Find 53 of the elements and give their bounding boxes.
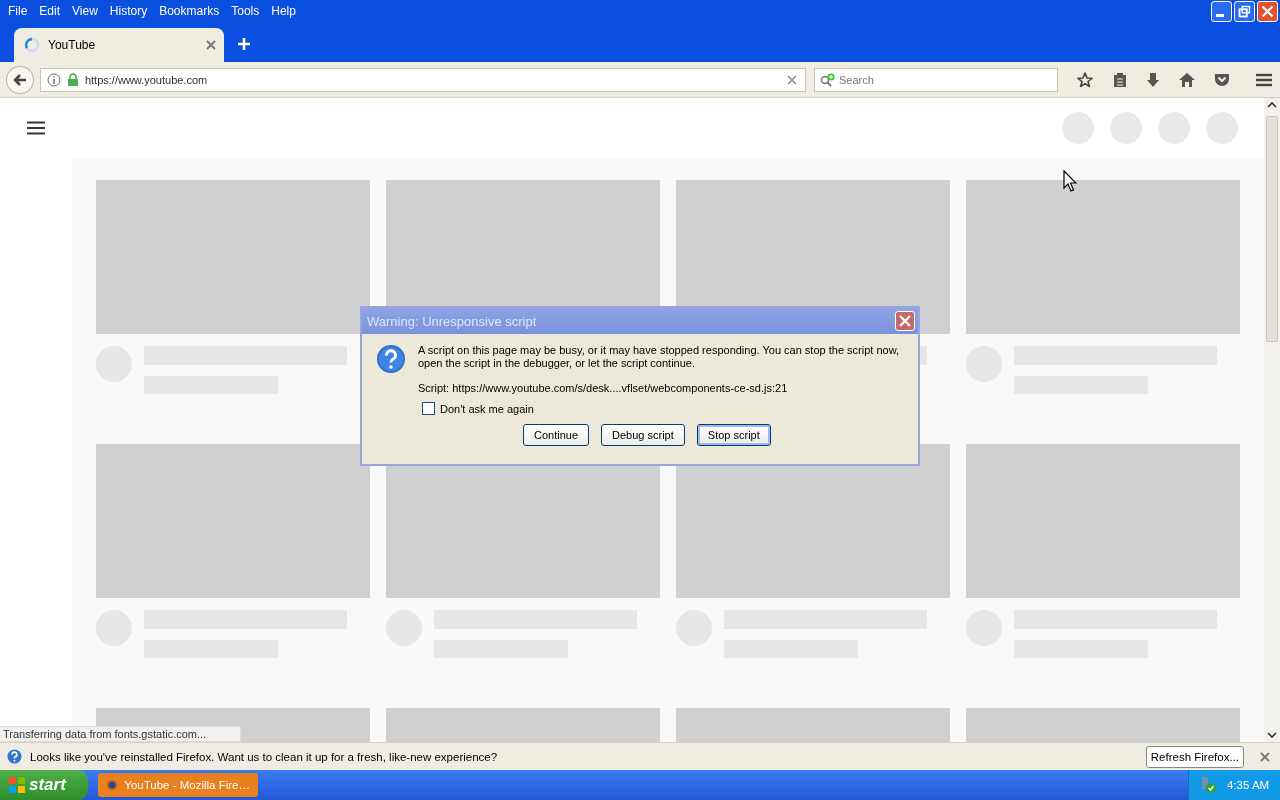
menu-item[interactable]: View <box>66 4 104 18</box>
scroll-thumb[interactable] <box>1266 116 1278 342</box>
browser-icon <box>106 777 119 793</box>
clear-icon[interactable] <box>787 74 797 85</box>
back-arrow-icon <box>11 71 28 88</box>
menu-icon[interactable] <box>1256 72 1272 87</box>
close-icon[interactable] <box>1260 751 1270 762</box>
menu-item[interactable]: Edit <box>33 4 67 18</box>
dialog-button[interactable]: Stop script <box>696 424 771 446</box>
dialog-title: Warning: Unresponsive script <box>367 313 537 329</box>
pocket-icon[interactable] <box>1214 72 1230 87</box>
menu-item[interactable]: Tools <box>225 4 266 18</box>
lock-icon[interactable] <box>66 73 79 86</box>
menu-item[interactable]: Help <box>265 4 302 18</box>
star-icon[interactable] <box>1076 70 1094 89</box>
question-icon <box>7 749 22 764</box>
close-icon <box>897 313 913 329</box>
windows-flag-icon <box>8 776 26 794</box>
start-button[interactable]: start <box>0 770 88 800</box>
home-icon[interactable] <box>1178 71 1196 88</box>
minimize-button[interactable] <box>1211 0 1232 22</box>
restore-button[interactable] <box>1234 0 1255 22</box>
close-tab-icon[interactable] <box>206 40 216 50</box>
download-icon[interactable] <box>1146 71 1160 88</box>
script-path: Script: https://www.youtube.com/s/desk....vflset/webcomponents-ce-sd.js:21 <box>418 382 789 395</box>
question-icon <box>376 344 406 374</box>
minimize-icon <box>1215 13 1224 17</box>
scrollbar[interactable] <box>1264 98 1280 742</box>
notification-message: Looks like you've reinstalled Firefox. Want us to clean it up for a fresh, like-new experience? <box>30 750 499 763</box>
dialog-button[interactable]: Debug script <box>601 424 685 446</box>
clipboard-icon[interactable] <box>1112 71 1128 88</box>
dialog-button[interactable]: Continue <box>523 424 590 446</box>
checkbox[interactable] <box>422 402 435 415</box>
search-icon <box>820 72 836 87</box>
back-button[interactable] <box>6 65 34 94</box>
clock: 4:35 AM <box>1227 779 1270 791</box>
new-tab-icon[interactable] <box>238 38 250 50</box>
mouse-pointer-icon <box>1063 170 1077 192</box>
network-icon[interactable] <box>1199 776 1217 794</box>
close-button[interactable] <box>1257 0 1278 22</box>
menu-item[interactable]: Bookmarks <box>153 4 226 18</box>
browser-tab[interactable]: YouTube <box>14 28 224 62</box>
menu-item[interactable]: History <box>103 4 154 18</box>
status-text: Transferring data from fonts.gstatic.com... <box>0 726 242 742</box>
info-icon[interactable] <box>46 72 61 87</box>
address-bar[interactable]: https://www.youtube.com <box>39 67 806 92</box>
menu-icon[interactable] <box>27 120 45 135</box>
checkbox-label[interactable]: Don't ask me again <box>440 402 534 415</box>
menu-item[interactable]: File <box>2 4 34 18</box>
dialog-message: A script on this page may be busy, or it may have stopped responding. You can stop the script now, open the script in the debugger, or let the script continue. <box>418 344 901 370</box>
search-field[interactable]: Search <box>814 67 1058 92</box>
refresh-button[interactable]: Refresh Firefox... <box>1145 745 1244 768</box>
close-button[interactable] <box>895 311 915 331</box>
